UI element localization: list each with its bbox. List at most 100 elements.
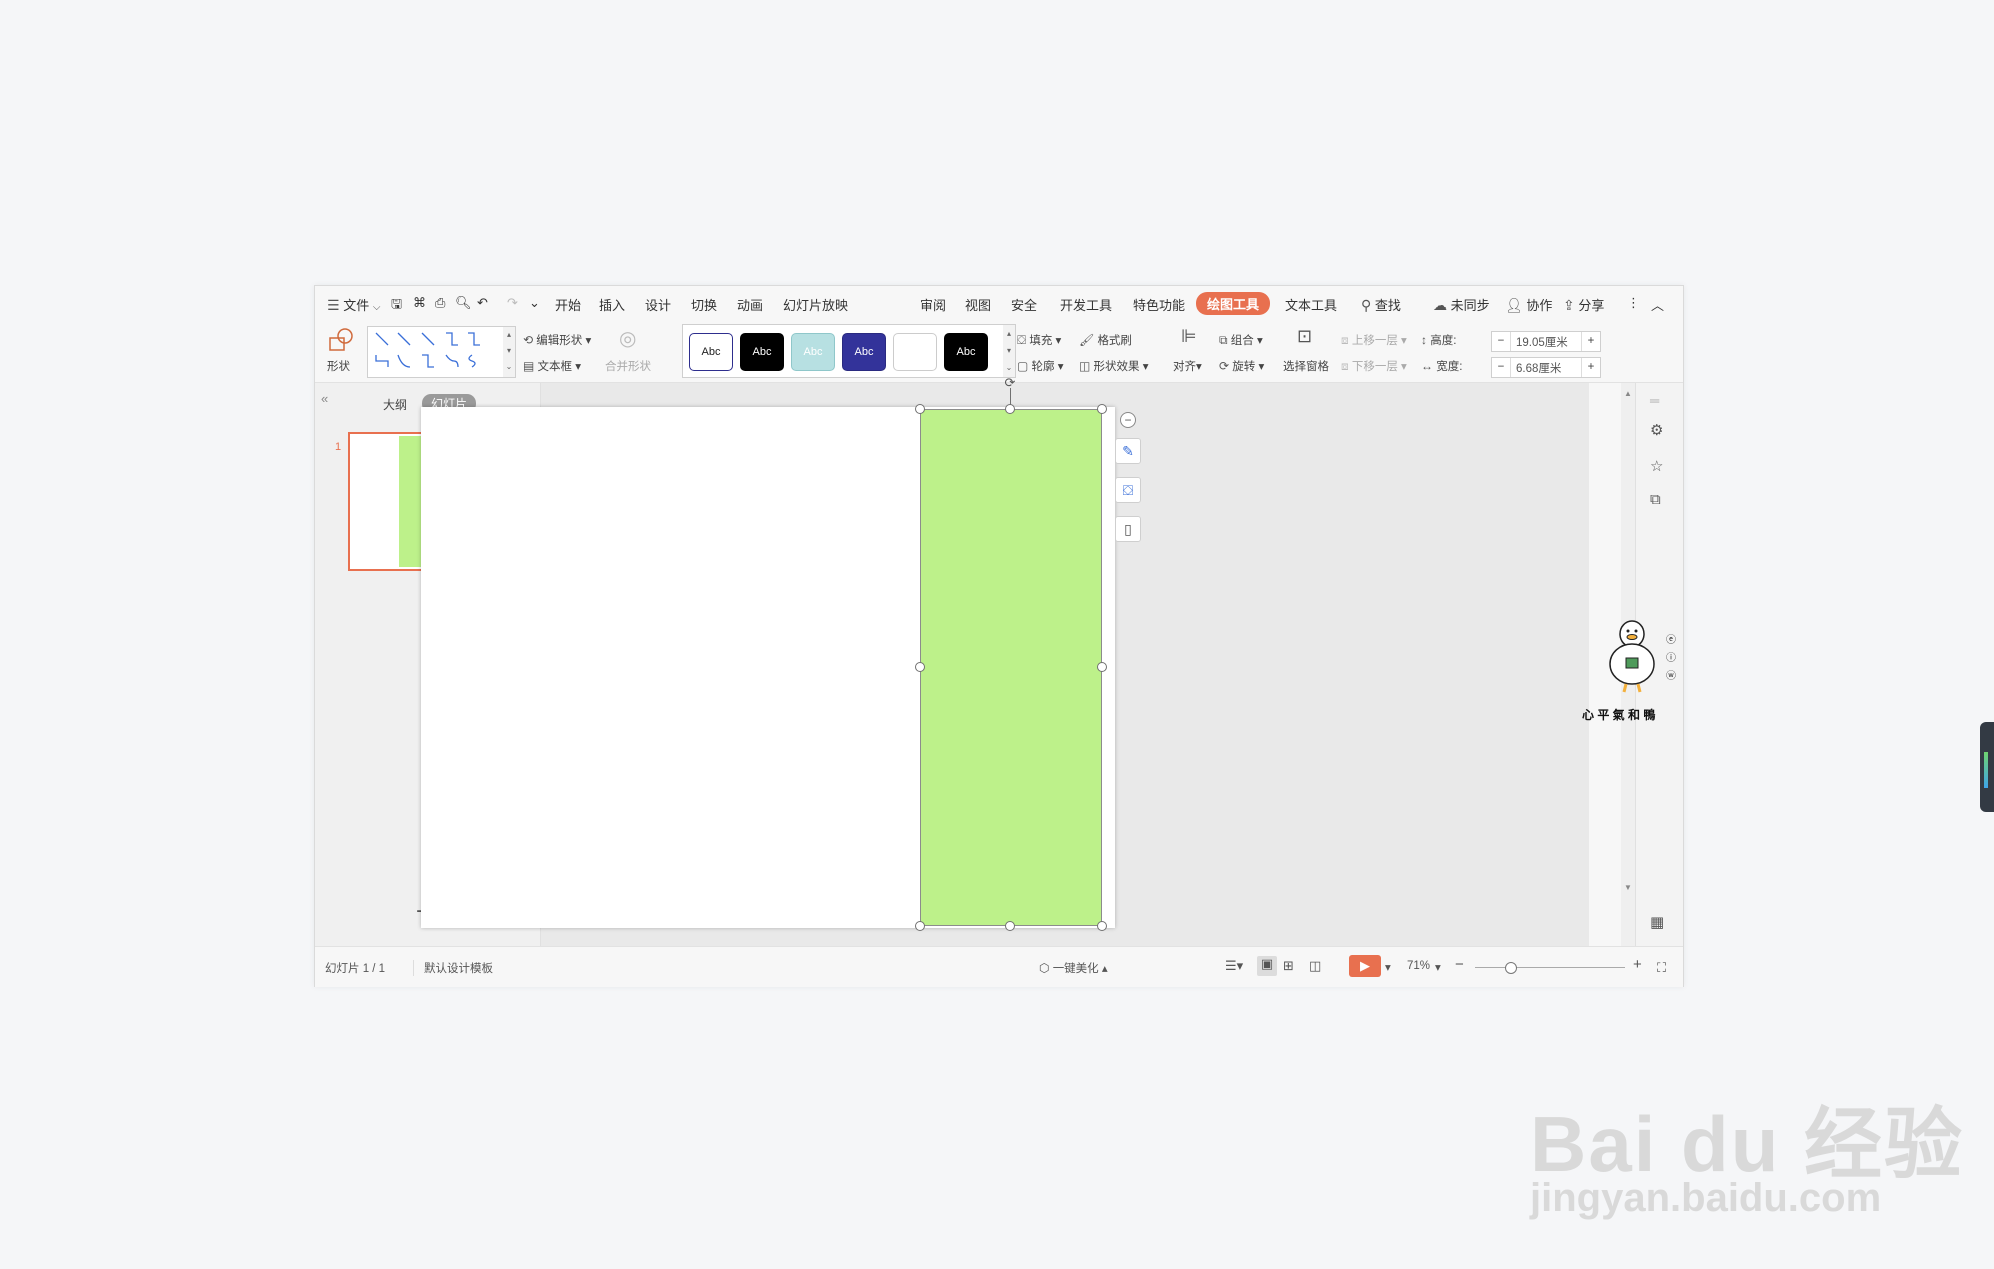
tab-start[interactable]: 开始 bbox=[555, 295, 581, 314]
tab-outline[interactable]: 大纲 bbox=[383, 396, 407, 413]
search-icon: ⚲ bbox=[1361, 297, 1372, 313]
width-increment-button[interactable]: + bbox=[1581, 358, 1600, 377]
quick-fill-button[interactable]: ⛋ bbox=[1115, 477, 1141, 503]
save-icon[interactable]: 🖫 bbox=[391, 295, 402, 317]
selection-pane-button[interactable]: ⊡ 选择窗格 bbox=[1283, 326, 1333, 376]
height-increment-button[interactable]: + bbox=[1581, 332, 1600, 351]
search-button[interactable]: ⚲ 查找 bbox=[1361, 295, 1401, 314]
style-swatch-3[interactable]: Abc bbox=[791, 333, 835, 371]
resize-handle-top-left[interactable] bbox=[915, 404, 925, 414]
merge-shape-button[interactable]: ◎ 合并形状 bbox=[605, 326, 651, 376]
bring-forward-button[interactable]: ⧈ 上移一层 ▾ bbox=[1341, 332, 1407, 348]
collapse-quick-tools-icon[interactable]: − bbox=[1120, 412, 1136, 428]
fit-window-icon[interactable]: ⛶ bbox=[1657, 960, 1666, 976]
send-backward-button[interactable]: ⧈ 下移一层 ▾ bbox=[1341, 358, 1407, 374]
quick-outline-button[interactable]: ✎ bbox=[1115, 438, 1141, 464]
collaborate-button[interactable]: 👤︎ 协作 bbox=[1505, 295, 1552, 314]
menu-bar: ☰ 文件 ⌵ 🖫 ⌘ ⎙ 🔍︎ ↶ ↷ ⌄ 开始 插入 设计 切换 动画 幻灯片… bbox=[315, 286, 1683, 320]
tab-insert[interactable]: 插入 bbox=[599, 295, 625, 314]
style-swatch-4[interactable]: Abc bbox=[842, 333, 886, 371]
print-preview-icon[interactable]: 🔍︎ bbox=[455, 295, 472, 311]
template-name[interactable]: 默认设计模板 bbox=[413, 960, 493, 976]
play-options-icon[interactable]: ▾ bbox=[1385, 960, 1391, 974]
resize-handle-top-right[interactable] bbox=[1097, 404, 1107, 414]
cloud-icon: ☁ bbox=[1433, 297, 1447, 313]
height-input[interactable]: − 19.05厘米 + bbox=[1491, 331, 1601, 352]
tab-text-tools[interactable]: 文本工具 bbox=[1285, 295, 1337, 314]
normal-view-icon[interactable]: ▣ bbox=[1257, 956, 1277, 976]
zoom-level[interactable]: 71% bbox=[1407, 960, 1430, 972]
collapse-pane-icon[interactable]: « bbox=[321, 391, 328, 406]
resize-handle-bottom-right[interactable] bbox=[1097, 921, 1107, 931]
gallery-scroll[interactable]: ▴ ▾ ⌄ bbox=[503, 326, 516, 378]
file-menu[interactable]: ☰ 文件 ⌵ bbox=[327, 295, 380, 314]
sidebar-handle-icon: ═ bbox=[1650, 393, 1660, 408]
tab-developer[interactable]: 开发工具 bbox=[1060, 295, 1112, 314]
width-decrement-button[interactable]: − bbox=[1492, 358, 1511, 377]
style-swatch-6[interactable]: Abc bbox=[944, 333, 988, 371]
zoom-slider-thumb[interactable] bbox=[1505, 962, 1518, 974]
scroll-up-icon[interactable]: ▲ bbox=[1624, 389, 1632, 398]
shape-icon bbox=[329, 328, 353, 351]
tab-view[interactable]: 视图 bbox=[965, 295, 991, 314]
play-slideshow-button[interactable]: ▶ bbox=[1349, 955, 1381, 977]
tab-drawing-tools[interactable]: 绘图工具 bbox=[1196, 292, 1271, 315]
tab-special-features[interactable]: 特色功能 bbox=[1133, 295, 1185, 314]
height-decrement-button[interactable]: − bbox=[1492, 332, 1511, 351]
style-swatch-5[interactable] bbox=[893, 333, 937, 371]
zoom-slider-track[interactable] bbox=[1475, 967, 1625, 968]
animation-star-icon[interactable]: ☆ bbox=[1650, 457, 1663, 475]
notes-icon[interactable]: ☰▾ bbox=[1225, 958, 1243, 974]
resize-handle-top[interactable] bbox=[1005, 404, 1015, 414]
tab-design[interactable]: 设计 bbox=[645, 295, 671, 314]
style-swatch-1[interactable]: Abc bbox=[689, 333, 733, 371]
print-icon[interactable]: ⎙ bbox=[435, 295, 445, 311]
undo-icon[interactable]: ↶ bbox=[477, 295, 488, 311]
tab-review[interactable]: 审阅 bbox=[920, 295, 946, 314]
tab-security[interactable]: 安全 bbox=[1011, 295, 1037, 314]
edge-widget[interactable] bbox=[1980, 722, 1994, 812]
group-button[interactable]: ⧉ 组合 ▾ bbox=[1219, 332, 1263, 348]
fill-button[interactable]: ⛋ 填充 ▾ bbox=[1017, 332, 1061, 348]
format-painter-quick-icon[interactable]: ⌘ bbox=[413, 295, 426, 311]
resize-handle-bottom[interactable] bbox=[1005, 921, 1015, 931]
width-input[interactable]: − 6.68厘米 + bbox=[1491, 357, 1601, 378]
properties-icon[interactable]: ⚙ bbox=[1650, 421, 1663, 439]
share-button[interactable]: ⇪ 分享 bbox=[1563, 295, 1604, 314]
resize-handle-right[interactable] bbox=[1097, 662, 1107, 672]
outline-button[interactable]: ▢ 轮廓 ▾ bbox=[1017, 358, 1064, 374]
beautify-button[interactable]: ⬡ 一键美化 ▴ bbox=[1039, 960, 1108, 976]
bring-forward-icon: ⧈ bbox=[1341, 333, 1349, 347]
collapse-ribbon-icon[interactable]: ︿ bbox=[1651, 295, 1664, 314]
tab-transition[interactable]: 切换 bbox=[691, 295, 717, 314]
rotate-handle-icon[interactable]: ⟳ bbox=[1002, 376, 1018, 390]
shape-effect-button[interactable]: ◫ 形状效果 ▾ bbox=[1079, 358, 1149, 374]
zoom-chevron-icon[interactable]: ▾ bbox=[1435, 960, 1441, 974]
shape-button[interactable]: 形状 bbox=[327, 326, 361, 376]
style-swatch-2[interactable]: Abc bbox=[740, 333, 784, 371]
reading-view-icon[interactable]: ◫ bbox=[1309, 958, 1321, 974]
grid-apps-icon[interactable]: ▦ bbox=[1650, 913, 1664, 931]
tab-animation[interactable]: 动画 bbox=[737, 295, 763, 314]
redo-icon[interactable]: ↷ bbox=[507, 295, 518, 311]
sync-button[interactable]: ☁ 未同步 bbox=[1433, 295, 1490, 314]
resize-handle-bottom-left[interactable] bbox=[915, 921, 925, 931]
copy-shape-icon[interactable]: ⧉ bbox=[1650, 491, 1661, 508]
resize-handle-left[interactable] bbox=[915, 662, 925, 672]
format-painter-button[interactable]: 🖌︎ 格式刷 bbox=[1079, 332, 1132, 348]
tab-slideshow[interactable]: 幻灯片放映 bbox=[783, 295, 848, 314]
slide-sorter-icon[interactable]: ⊞ bbox=[1283, 958, 1294, 974]
edit-shape-button[interactable]: ⟲ 编辑形状 ▾ bbox=[523, 332, 591, 348]
rotate-button[interactable]: ⟳ 旋转 ▾ bbox=[1219, 358, 1264, 374]
customize-quick-access-icon[interactable]: ⌄ bbox=[529, 295, 540, 311]
selected-green-rectangle[interactable] bbox=[920, 409, 1102, 926]
scroll-down-icon[interactable]: ▼ bbox=[1624, 883, 1632, 892]
zoom-in-button[interactable]: + bbox=[1633, 956, 1642, 973]
quick-layout-button[interactable]: ▯ bbox=[1115, 516, 1141, 542]
more-options-icon[interactable]: ⋮ bbox=[1627, 295, 1640, 311]
textbox-button[interactable]: ▤ 文本框 ▾ bbox=[523, 358, 581, 374]
line-shape-gallery[interactable] bbox=[367, 326, 505, 378]
style-gallery-scroll[interactable]: ▴ ▾ ⌄ bbox=[1003, 324, 1016, 378]
zoom-out-button[interactable]: − bbox=[1455, 956, 1464, 973]
align-button[interactable]: ⊫ 对齐▾ bbox=[1173, 326, 1209, 376]
